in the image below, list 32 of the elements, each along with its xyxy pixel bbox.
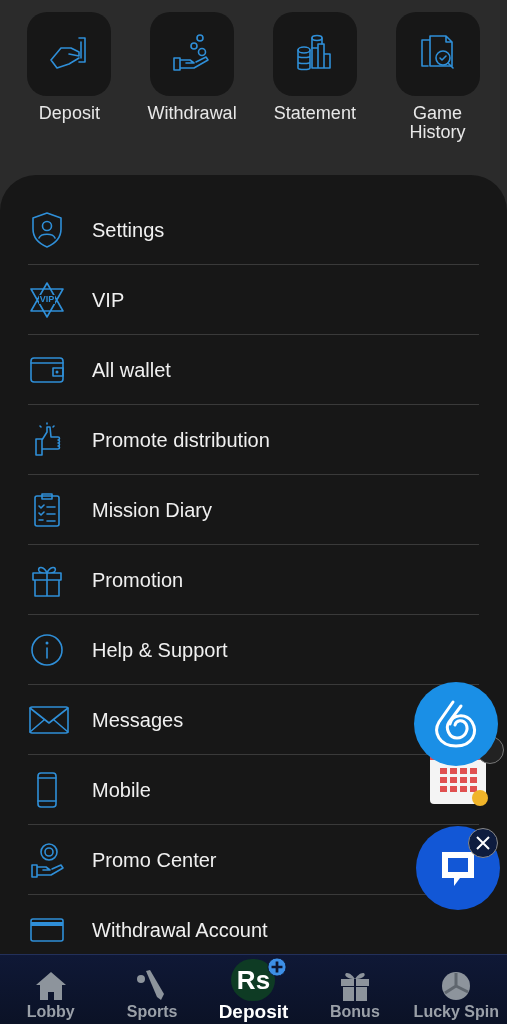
nav-tab[interactable]: Sports [101,965,203,1022]
vip-star-icon: VIP [28,280,66,319]
menu-item[interactable]: VIP [92,284,125,315]
menu-item[interactable]: Promote distribution [92,424,270,455]
hand-medal-icon [28,840,66,879]
action-label: Withdrawal [146,104,238,123]
gift-icon [338,971,371,1001]
action-label: Game History [408,104,467,142]
action-tile[interactable] [272,12,357,96]
nav-tab[interactable]: Lucky Spin [405,967,507,1022]
plus-icon [267,957,288,977]
nav-tab[interactable]: Bonus [304,967,406,1022]
wheel-icon [441,971,472,1001]
menu-item[interactable]: Mobile [92,774,151,805]
menu-item[interactable]: All wallet [92,354,171,385]
action-tile[interactable] [27,12,112,96]
nav-tab[interactable]: Lobby [0,967,102,1022]
menu-item[interactable]: Promo Center [92,844,217,875]
menu-item[interactable]: Help & Support [92,634,228,665]
close-icon [476,836,490,850]
action-label: Deposit [37,104,101,123]
house-icon [34,971,67,1001]
nav-tab[interactable]: Rs Deposit [202,955,305,1022]
deposit-badge: Rs [231,959,276,1001]
menu-item[interactable]: Mission Diary [92,494,213,525]
menu-item[interactable]: Promotion [92,564,184,595]
menu-item[interactable]: Withdrawal Account [92,915,268,945]
action-label: Statement [272,104,357,123]
action-tile[interactable] [150,12,235,96]
action-tile[interactable] [395,12,480,96]
menu-item[interactable]: Settings [92,214,165,245]
menu-item[interactable]: Messages [92,704,184,735]
